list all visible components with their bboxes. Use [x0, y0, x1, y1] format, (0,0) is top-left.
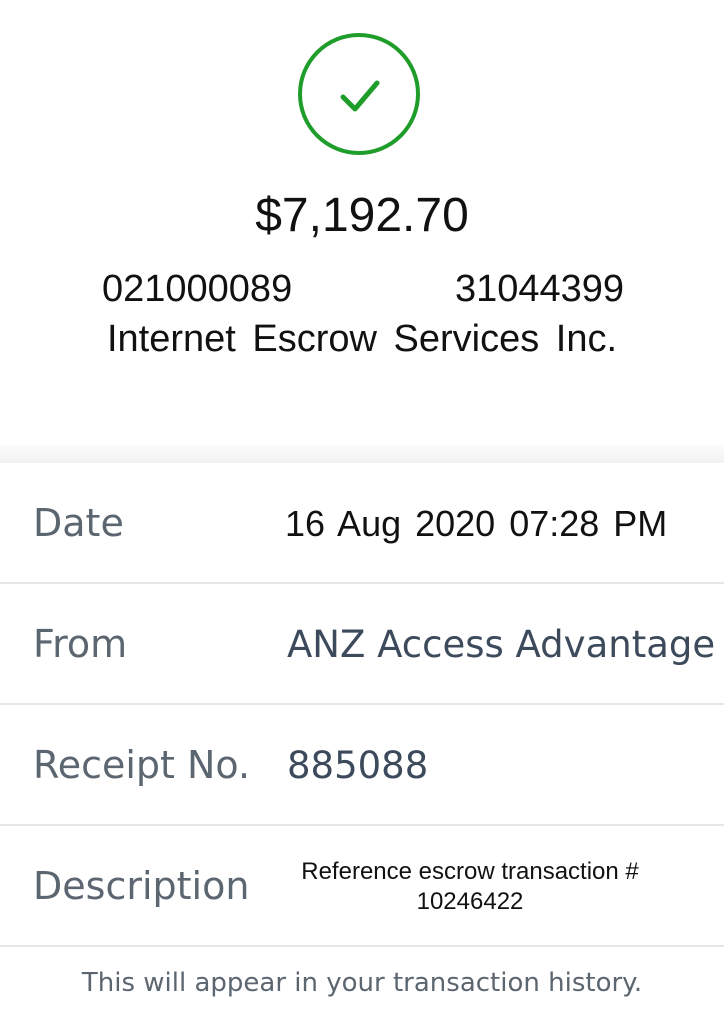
from-label: From: [33, 622, 128, 666]
checkmark-circle-icon: [298, 33, 420, 155]
detail-row-receipt: Receipt No. 885088: [0, 705, 724, 826]
payee-name: Internet Escrow Services Inc.: [106, 318, 618, 360]
description-line-1: Reference escrow transaction #: [301, 857, 639, 885]
description-value: Reference escrow transaction # 10246422: [260, 826, 680, 947]
receipt-value: 885088: [287, 744, 429, 787]
checkmark-icon: [340, 80, 380, 112]
payment-amount: $7,192.70: [255, 189, 469, 242]
detail-row-from: From ANZ Access Advantage: [0, 584, 724, 705]
detail-row-date: Date 16 Aug 2020 07:28 PM: [0, 463, 724, 584]
history-note: This will appear in your transaction his…: [81, 968, 643, 998]
description-label: Description: [33, 864, 250, 908]
transaction-details: Date 16 Aug 2020 07:28 PM From ANZ Acces…: [0, 463, 724, 947]
section-divider: [0, 445, 724, 463]
date-label: Date: [33, 501, 124, 545]
description-line-2: 10246422: [416, 887, 524, 915]
receipt-label: Receipt No.: [33, 743, 251, 787]
detail-row-description: Description Reference escrow transaction…: [0, 826, 724, 947]
from-value: ANZ Access Advantage: [287, 623, 716, 666]
receipt-header: $7,192.70 021000089 31044399 Internet Es…: [0, 0, 724, 460]
date-value: 16 Aug 2020 07:28 PM: [285, 503, 668, 544]
routing-number: 021000089: [102, 268, 293, 310]
account-number: 31044399: [455, 268, 625, 310]
